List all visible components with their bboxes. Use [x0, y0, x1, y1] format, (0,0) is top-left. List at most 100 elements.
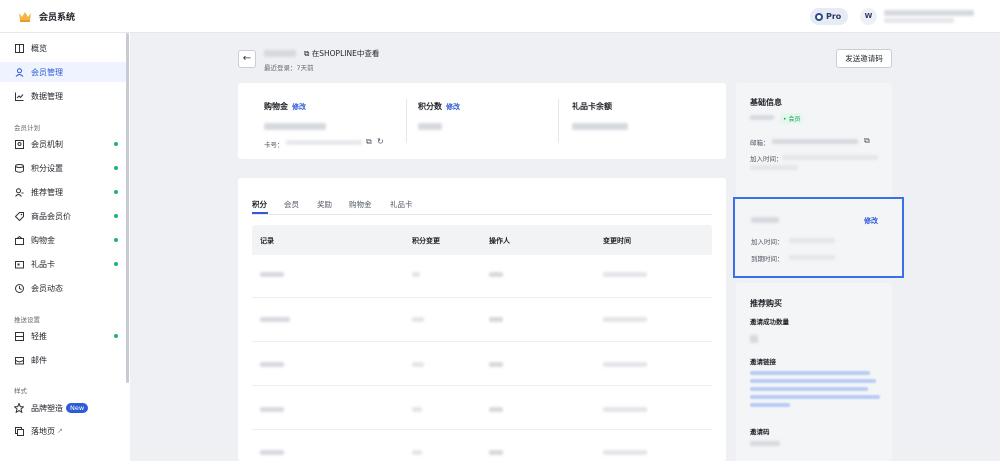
sidebar-item-label: 数据管理: [31, 91, 63, 101]
basic-info-title: 基础信息: [750, 98, 782, 107]
record-cell: [260, 450, 284, 455]
operator-cell: [489, 272, 503, 277]
user-name[interactable]: [884, 10, 974, 16]
table-header: 记录 积分变更 操作人 变更时间: [252, 225, 712, 255]
sidebar-item-label: 会员机制: [31, 139, 63, 149]
edit-shopping-credit-link[interactable]: 修改: [292, 103, 306, 111]
member-mechanism-icon: [14, 139, 24, 149]
sidebar-item-label: 推荐管理: [31, 187, 63, 197]
operator-cell: [489, 362, 503, 367]
sidebar-item-shopping-credit[interactable]: 购物金: [0, 230, 126, 250]
invite-link[interactable]: [750, 403, 790, 407]
edit-membership-link[interactable]: 修改: [864, 216, 878, 226]
invite-link-label: 邀请链接: [750, 358, 776, 366]
user-store: [884, 18, 954, 23]
sidebar-item-label: 会员管理: [31, 67, 63, 77]
email-value: [772, 139, 858, 144]
card-no-label: 卡号：: [264, 141, 284, 149]
membership-join-value: [789, 238, 835, 243]
gift-card-balance-label: 礼品卡余额: [572, 102, 612, 111]
tab-shopping-credit[interactable]: 购物金: [349, 199, 372, 210]
invite-success-count-label: 邀请成功数量: [750, 318, 789, 326]
status-dot: [114, 190, 118, 194]
sidebar-item-label: 落地页: [31, 426, 55, 436]
points-change-cell: [412, 450, 422, 455]
sidebar-item-label: 邮件: [31, 355, 47, 365]
invite-link[interactable]: [750, 387, 868, 391]
operator-cell: [489, 450, 503, 455]
landing-page-icon: [14, 426, 24, 436]
view-in-shopline-link[interactable]: ⧉ 在SHOPLINE中查看: [304, 48, 379, 59]
sidebar-scrollbar[interactable]: [126, 33, 129, 383]
change-time-cell: [603, 450, 647, 455]
change-time-cell: [603, 272, 647, 277]
tab-member[interactable]: 会员: [284, 199, 299, 210]
points-change-cell: [412, 407, 422, 412]
section-label-style: 样式: [14, 387, 27, 395]
mail-icon: [14, 355, 24, 365]
customer-name: [750, 115, 774, 120]
sidebar-item-member-mechanism[interactable]: 会员机制: [0, 134, 126, 154]
invite-success-count-value: [750, 335, 758, 343]
referral-title: 推荐购买: [750, 299, 782, 308]
row-divider: [252, 385, 712, 386]
points-change-cell: [412, 317, 424, 322]
sidebar-item-referral[interactable]: 推荐管理: [0, 182, 126, 202]
points-change-cell: [412, 272, 420, 277]
invite-code-value: [750, 441, 780, 446]
sidebar-item-overview[interactable]: 概览: [0, 38, 126, 58]
operator-cell: [489, 317, 503, 322]
tab-rewards[interactable]: 奖励: [317, 199, 332, 210]
sidebar-item-data-management[interactable]: 数据管理: [0, 86, 126, 106]
copy-icon[interactable]: ⧉: [366, 137, 372, 147]
status-dot: [114, 334, 118, 338]
email-label: 邮箱：: [750, 139, 770, 147]
copy-icon[interactable]: ⧉: [864, 136, 870, 146]
sidebar-item-label: 购物金: [31, 235, 55, 245]
record-cell: [260, 362, 284, 367]
status-dot: [114, 142, 118, 146]
sidebar-item-landing-page[interactable]: 落地页 ↗: [0, 421, 126, 441]
refresh-icon[interactable]: ↻: [377, 137, 384, 146]
nudge-icon: [14, 331, 24, 341]
edit-points-link[interactable]: 修改: [446, 103, 460, 111]
sidebar-item-points[interactable]: 积分设置: [0, 158, 126, 178]
column-header-change-time: 变更时间: [603, 237, 631, 245]
tab-points[interactable]: 积分: [252, 199, 267, 210]
referral-card: 推荐购买 邀请成功数量 邀请链接 邀请码: [736, 283, 892, 461]
shopping-credit-title: 购物金 修改: [264, 101, 306, 112]
record-cell: [260, 317, 290, 322]
membership-level: [751, 217, 779, 223]
gift-card-icon: [14, 259, 24, 269]
points-change-cell: [412, 362, 424, 367]
sidebar-item-email[interactable]: 邮件: [0, 350, 126, 370]
record-cell: [260, 407, 284, 412]
sidebar-item-label: 商品会员价: [31, 211, 71, 221]
column-header-record: 记录: [260, 237, 274, 245]
status-dot: [114, 166, 118, 170]
sidebar-item-nudge[interactable]: 轻推: [0, 326, 126, 346]
plan-badge[interactable]: Pro: [810, 8, 849, 25]
external-link-icon: ↗: [57, 427, 63, 435]
invite-link[interactable]: [750, 371, 870, 375]
customer-name: [264, 50, 296, 57]
send-invite-button[interactable]: 发送邀请码: [836, 49, 892, 68]
new-badge: New: [66, 403, 89, 413]
sidebar-item-gift-card[interactable]: 礼品卡: [0, 254, 126, 274]
invite-link[interactable]: [750, 379, 876, 383]
sidebar-item-member-management[interactable]: 会员管理: [0, 62, 126, 82]
invite-code-label: 邀请码: [750, 428, 770, 436]
crown-logo-icon: [19, 12, 31, 22]
tab-divider: [252, 214, 712, 215]
sidebar-item-branding[interactable]: 品牌塑造 New: [0, 398, 126, 418]
divider: [558, 99, 559, 143]
tab-gift-card[interactable]: 礼品卡: [390, 199, 413, 210]
avatar[interactable]: W: [860, 8, 877, 25]
record-cell: [260, 272, 284, 277]
sidebar-item-member-activity[interactable]: 会员动态: [0, 278, 126, 298]
back-button[interactable]: ←: [238, 50, 256, 68]
invite-link[interactable]: [750, 395, 880, 399]
shopping-credit-value: [264, 123, 326, 130]
change-time-cell: [603, 407, 647, 412]
sidebar-item-member-price[interactable]: 商品会员价: [0, 206, 126, 226]
